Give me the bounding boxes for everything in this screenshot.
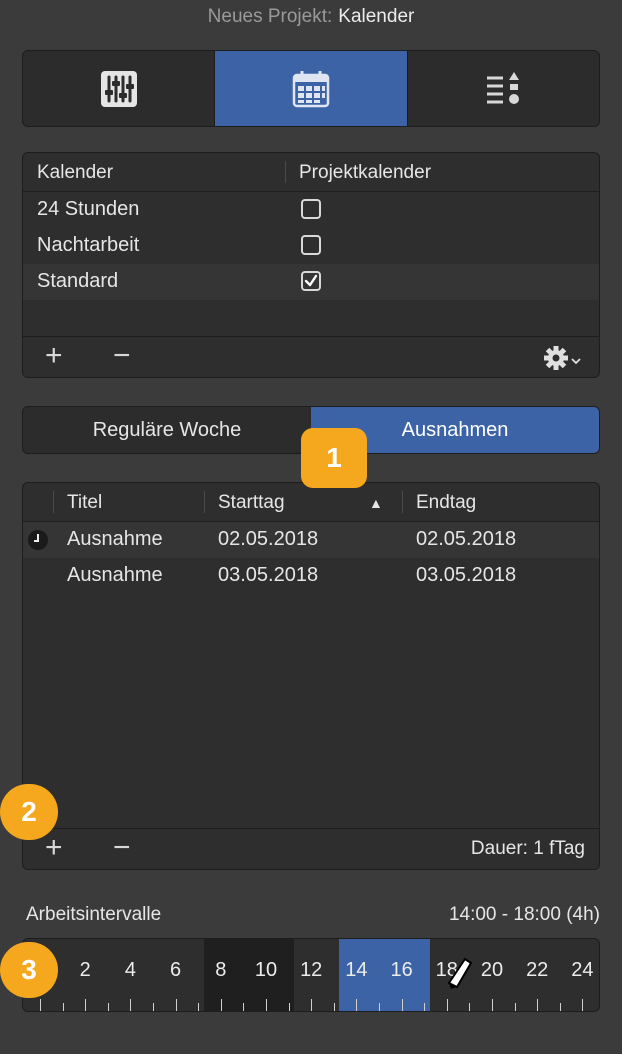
hour-label: 12 <box>300 959 323 981</box>
duration-label: Dauer: 1 fTag <box>470 838 585 859</box>
hour-tick <box>288 1003 290 1011</box>
hour-tick <box>424 1003 426 1011</box>
clock-icon <box>27 529 49 557</box>
hour-tick <box>379 1003 380 1011</box>
column-header-endtag[interactable]: Endtag <box>416 492 476 514</box>
hour-tick <box>243 1003 245 1011</box>
hour-label: 2 <box>79 959 91 981</box>
callout-badge-3: 3 <box>0 942 58 998</box>
hour-tick <box>62 1003 64 1011</box>
project-calendar-checkbox[interactable] <box>301 235 321 255</box>
exceptions-toolbar: + − Dauer: 1 fTag <box>23 828 599 869</box>
remove-calendar-button[interactable]: − <box>113 341 131 371</box>
column-header-titel[interactable]: Titel <box>67 492 102 514</box>
hour-label: 14 <box>345 959 368 981</box>
exception-end: 03.05.2018 <box>416 564 517 586</box>
drag-cursor-icon[interactable] <box>441 953 475 996</box>
intervals-label: Arbeitsintervalle <box>26 904 162 925</box>
tab-settings[interactable] <box>23 51 216 126</box>
tab-calendar[interactable] <box>215 51 408 126</box>
hour-label: 24 <box>571 959 594 981</box>
column-divider[interactable] <box>204 491 205 513</box>
hour-label: 16 <box>390 959 413 981</box>
title-main: Kalender <box>338 6 415 27</box>
table-row[interactable]: Ausnahme 02.05.2018 02.05.2018 <box>23 522 599 558</box>
hour-label: 6 <box>170 959 182 981</box>
hour-tick <box>514 1003 516 1011</box>
sort-ascending-icon: ▲ <box>369 495 383 511</box>
hour-label: 22 <box>526 959 549 981</box>
hour-tick <box>446 999 448 1011</box>
hour-label: 4 <box>124 959 136 981</box>
calendar-toolbar: + − <box>23 336 599 377</box>
add-calendar-button[interactable]: + <box>45 341 63 371</box>
exception-title: Ausnahme <box>67 564 163 586</box>
column-header-kalender[interactable]: Kalender <box>37 162 113 184</box>
work-interval-timeline[interactable]: 2 4 6 8 10 12 14 16 18 20 22 24 <box>22 938 600 1012</box>
exception-end: 02.05.2018 <box>416 528 517 550</box>
hour-tick <box>40 999 41 1011</box>
column-header-projektkalender[interactable]: Projektkalender <box>299 162 431 184</box>
hour-tick <box>559 1003 561 1011</box>
callout-badge-2: 2 <box>0 784 58 840</box>
table-header: Kalender Projektkalender <box>23 153 599 192</box>
hour-tick <box>311 999 313 1011</box>
hour-tick <box>492 999 493 1011</box>
exception-start: 02.05.2018 <box>218 528 319 550</box>
calendar-icon <box>292 70 330 107</box>
hour-tick <box>469 1003 471 1011</box>
hour-label: 10 <box>254 959 278 981</box>
exceptions-table: Titel Starttag ▲ Endtag Ausnahme 02.05.2… <box>22 482 600 870</box>
project-calendar-checkbox[interactable] <box>301 199 321 219</box>
add-exception-button[interactable]: + <box>45 833 63 863</box>
calendar-name: Nachtarbeit <box>37 234 140 256</box>
column-divider[interactable] <box>285 161 286 183</box>
hour-label: 8 <box>215 959 227 981</box>
column-header-starttag[interactable]: Starttag <box>218 492 285 514</box>
sliders-icon <box>100 70 137 107</box>
exception-title: Ausnahme <box>67 528 163 550</box>
hour-tick <box>582 999 584 1011</box>
hour-tick <box>153 1003 154 1011</box>
hour-tick <box>333 1003 335 1011</box>
remove-exception-button[interactable]: − <box>113 833 131 863</box>
hour-tick <box>537 999 539 1011</box>
inspector-tabs <box>22 50 600 127</box>
action-menu-button[interactable] <box>543 345 585 376</box>
window-title: Neues Projekt: Kalender <box>0 6 622 28</box>
table-row[interactable]: Nachtarbeit <box>23 228 599 264</box>
column-divider[interactable] <box>402 491 403 513</box>
exception-start: 03.05.2018 <box>218 564 319 586</box>
calendar-table: Kalender Projektkalender 24 Stunden Nach… <box>22 152 600 378</box>
hour-tick <box>107 1003 109 1011</box>
hour-tick <box>130 999 132 1011</box>
tab-list[interactable] <box>408 51 599 126</box>
checkmark-icon <box>304 274 318 287</box>
project-calendar-checkbox[interactable] <box>301 271 321 291</box>
column-divider[interactable] <box>53 491 54 513</box>
calendar-name: Standard <box>37 270 119 292</box>
list-sort-icon <box>487 71 520 104</box>
hour-tick <box>356 999 358 1011</box>
hour-tick <box>266 999 267 1011</box>
table-row[interactable]: 24 Stunden <box>23 192 599 228</box>
hour-label: 20 <box>480 959 504 981</box>
title-prefix: Neues Projekt: <box>207 6 333 27</box>
hour-tick <box>175 999 177 1011</box>
regular-week-option[interactable]: Reguläre Woche <box>23 407 311 453</box>
callout-badge-1: 1 <box>301 428 367 488</box>
table-row[interactable]: Ausnahme 03.05.2018 03.05.2018 <box>23 558 599 594</box>
hour-tick <box>198 1003 200 1011</box>
hour-tick <box>85 999 87 1011</box>
table-header: Titel Starttag ▲ Endtag <box>23 483 599 522</box>
calendar-name: 24 Stunden <box>37 198 140 220</box>
hour-tick <box>401 999 403 1011</box>
table-row[interactable]: Standard <box>23 264 599 300</box>
hour-tick <box>220 999 222 1011</box>
gear-icon <box>544 346 581 370</box>
intervals-range: 14:00 - 18:00 (4h) <box>448 904 600 925</box>
